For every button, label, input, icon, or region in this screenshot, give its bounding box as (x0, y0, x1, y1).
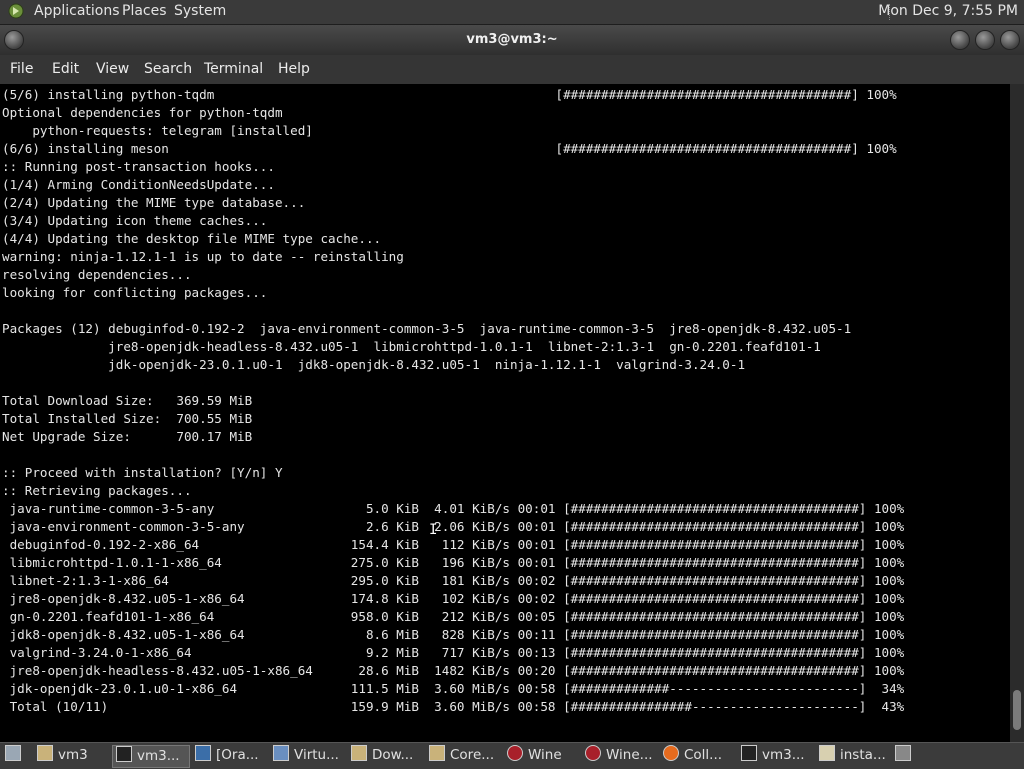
terminal-line: looking for conflicting packages... (2, 285, 268, 300)
terminal-line: jre8-openjdk-8.432.u05-1-x86_64 174.8 Ki… (2, 591, 905, 606)
taskbar-item[interactable] (2, 745, 30, 766)
terminal-line: Total Installed Size: 700.55 MiB (2, 411, 253, 426)
terminal-line: (4/4) Updating the desktop file MIME typ… (2, 231, 382, 246)
terminal-text: (5/6) installing python-tqdm [##########… (0, 84, 1010, 716)
folder-icon (429, 745, 445, 761)
taskbar-item-label: Wine (528, 747, 562, 763)
taskbar-item[interactable]: [Ora... (192, 745, 266, 766)
terminal-line: warning: ninja-1.12.1-1 is up to date --… (2, 249, 404, 264)
clock[interactable]: Mon Dec 9, 7:55 PM (878, 3, 1018, 19)
show-desktop-icon (5, 745, 21, 761)
taskbar-item[interactable]: Coll... (660, 745, 734, 766)
menu-places[interactable]: Places (122, 3, 167, 19)
close-icon[interactable] (1000, 30, 1020, 50)
window-icon (273, 745, 289, 761)
terminal-line: jdk-openjdk-23.0.1.u0-1 jdk8-openjdk-8.4… (2, 357, 746, 372)
taskbar-item[interactable]: Wine... (582, 745, 656, 766)
terminal-line: resolving dependencies... (2, 267, 192, 282)
home-folder-icon (37, 745, 53, 761)
taskbar-item[interactable]: Virtu... (270, 745, 344, 766)
terminal-line: (1/4) Arming ConditionNeedsUpdate... (2, 177, 275, 192)
taskbar-item-label: Wine... (606, 747, 653, 763)
terminal-line: valgrind-3.24.0-1-x86_64 9.2 MiB 717 KiB… (2, 645, 905, 660)
terminal-line: (2/4) Updating the MIME type database... (2, 195, 306, 210)
terminal-line: :: Proceed with installation? [Y/n] Y (2, 465, 283, 480)
menu-view[interactable]: View (96, 61, 129, 77)
terminal-line: gn-0.2201.feafd101-1-x86_64 958.0 KiB 21… (2, 609, 905, 624)
taskbar-item[interactable]: vm3... (112, 745, 190, 768)
terminal-line: jre8-openjdk-headless-8.432.u05-1-x86_64… (2, 663, 905, 678)
taskbar-item[interactable]: vm3 (34, 745, 108, 766)
taskbar-item[interactable] (892, 745, 922, 766)
taskbar-item-label: vm3... (762, 747, 805, 763)
maximize-icon[interactable] (975, 30, 995, 50)
taskbar-item-label: [Ora... (216, 747, 259, 763)
taskbar-item-label: vm3... (137, 748, 180, 764)
terminal-line: :: Running post-transaction hooks... (2, 159, 275, 174)
taskbar-item[interactable]: vm3... (738, 745, 812, 766)
menu-applications[interactable]: Applications (34, 3, 120, 19)
terminal-line: jre8-openjdk-headless-8.432.u05-1 libmic… (2, 339, 821, 354)
firefox-icon (663, 745, 679, 761)
terminal-line: libnet-2:1.3-1-x86_64 295.0 KiB 181 KiB/… (2, 573, 905, 588)
text-cursor-icon: I (429, 522, 437, 538)
java-icon (195, 745, 211, 761)
menu-system[interactable]: System (174, 3, 226, 19)
terminal-line: Total (10/11) 159.9 MiB 3.60 MiB/s 00:58… (2, 699, 905, 714)
menubar: File Edit View Search Terminal Help (0, 55, 1024, 84)
minimize-icon[interactable] (950, 30, 970, 50)
taskbar-item[interactable]: Core... (426, 745, 500, 766)
taskbar-item-label: insta... (840, 747, 886, 763)
folder-icon (351, 745, 367, 761)
applications-logo-icon[interactable] (8, 3, 24, 19)
workspace-icon (895, 745, 911, 761)
scrollbar-thumb[interactable] (1013, 690, 1021, 730)
terminal-line: (3/4) Updating icon theme caches... (2, 213, 268, 228)
taskbar-item-label: Dow... (372, 747, 414, 763)
window-menu-icon[interactable] (4, 30, 24, 50)
taskbar-item[interactable]: insta... (816, 745, 886, 766)
terminal-line: :: Retrieving packages... (2, 483, 192, 498)
terminal-line: libmicrohttpd-1.0.1-1-x86_64 275.0 KiB 1… (2, 555, 905, 570)
taskbar-item-label: vm3 (58, 747, 88, 763)
terminal-line: Net Upgrade Size: 700.17 MiB (2, 429, 253, 444)
terminal-line: (5/6) installing python-tqdm [##########… (2, 87, 897, 102)
text-editor-icon (819, 745, 835, 761)
wine-glass-icon (507, 745, 523, 761)
terminal-icon (741, 745, 757, 761)
window-titlebar[interactable]: vm3@vm3:~ (0, 25, 1024, 55)
top-panel: Applications Places System Mon Dec 9, 7:… (0, 0, 1024, 25)
taskbar-item-label: Core... (450, 747, 495, 763)
terminal-line: debuginfod-0.192-2-x86_64 154.4 KiB 112 … (2, 537, 905, 552)
terminal-icon (116, 746, 132, 762)
taskbar-item[interactable]: Dow... (348, 745, 422, 766)
terminal-scrollbar[interactable] (1010, 84, 1024, 742)
terminal-line: Packages (12) debuginfod-0.192-2 java-en… (2, 321, 852, 336)
terminal-line: java-runtime-common-3-5-any 5.0 KiB 4.01… (2, 501, 905, 516)
menu-edit[interactable]: Edit (52, 61, 79, 77)
menu-file[interactable]: File (10, 61, 33, 77)
terminal-line: python-requests: telegram [installed] (2, 123, 313, 138)
taskbar: vm3 vm3... [Ora... Virtu... Dow... Core... Win… (0, 742, 1024, 769)
taskbar-item-label: Coll... (684, 747, 723, 763)
terminal-line: java-environment-common-3-5-any 2.6 KiB … (2, 519, 905, 534)
window-title: vm3@vm3:~ (466, 32, 558, 47)
menu-search[interactable]: Search (144, 61, 192, 77)
taskbar-item[interactable]: Wine (504, 745, 578, 766)
taskbar-item-label: Virtu... (294, 747, 339, 763)
terminal-line: jdk8-openjdk-8.432.u05-1-x86_64 8.6 MiB … (2, 627, 905, 642)
menu-help[interactable]: Help (278, 61, 310, 77)
terminal-line: Optional dependencies for python-tqdm (2, 105, 283, 120)
terminal-line: (6/6) installing meson [################… (2, 141, 897, 156)
wine-glass-icon (585, 745, 601, 761)
terminal-output[interactable]: (5/6) installing python-tqdm [##########… (0, 84, 1010, 742)
menu-terminal[interactable]: Terminal (204, 61, 263, 77)
terminal-line: jdk-openjdk-23.0.1.u0-1-x86_64 111.5 MiB… (2, 681, 905, 696)
terminal-line: Total Download Size: 369.59 MiB (2, 393, 253, 408)
